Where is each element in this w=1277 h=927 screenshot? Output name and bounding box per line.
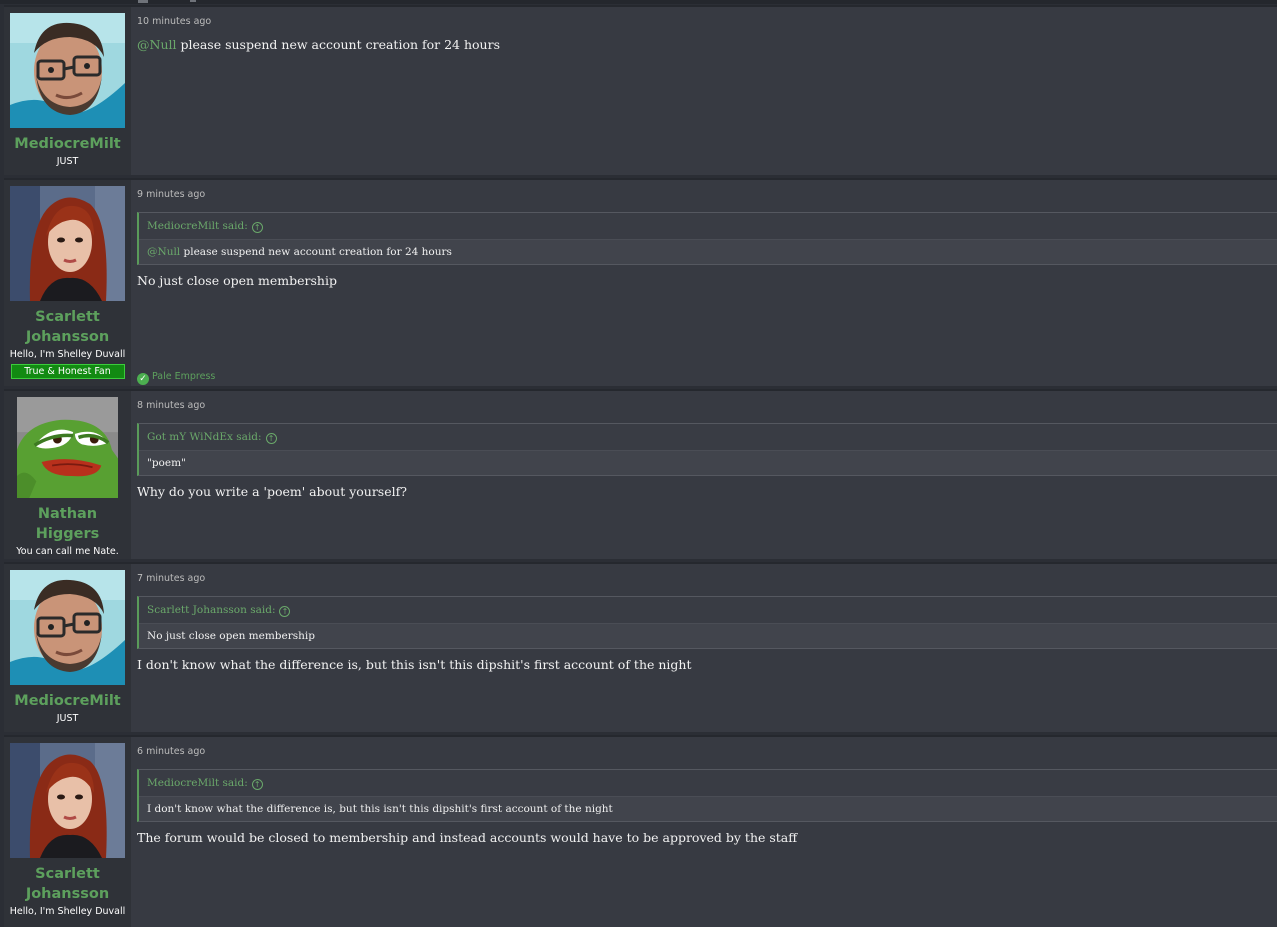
message-content: 7 minutes ago Scarlett Johansson said: ↑ …: [131, 564, 1277, 732]
message-post: Nathan Higgers You can call me Nate. 8 m…: [4, 389, 1277, 559]
message-content: 9 minutes ago MediocreMilt said: ↑ @Null …: [131, 180, 1277, 386]
avatar[interactable]: [10, 570, 125, 685]
user-title: You can call me Nate.: [16, 546, 119, 557]
post-timestamp[interactable]: 7 minutes ago: [137, 573, 1277, 585]
quote-block: Scarlett Johansson said: ↑ No just close …: [137, 596, 1277, 649]
quote-header[interactable]: Scarlett Johansson said: ↑: [139, 597, 1277, 624]
user-title: JUST: [56, 713, 79, 724]
message-body: I don't know what the difference is, but…: [137, 657, 692, 672]
user-info: Scarlett Johansson Hello, I'm Shelley Du…: [4, 180, 131, 386]
avatar[interactable]: [10, 743, 125, 858]
quote-block: Got mY WiNdEx said: ↑ "poem": [137, 423, 1277, 476]
post-timestamp[interactable]: 8 minutes ago: [137, 400, 1277, 412]
user-info: MediocreMilt JUST: [4, 564, 131, 732]
quote-author[interactable]: Scarlett Johansson said:: [147, 604, 275, 616]
quote-header[interactable]: MediocreMilt said: ↑: [139, 213, 1277, 240]
top-strip: [0, 0, 1277, 4]
quote-content: No just close open membership: [139, 624, 1277, 648]
avatar[interactable]: [10, 13, 125, 128]
user-banner: True & Honest Fan: [10, 364, 125, 379]
arrow-up-circle-icon[interactable]: ↑: [251, 222, 263, 233]
username[interactable]: Nathan Higgers: [10, 504, 125, 544]
quote-author[interactable]: MediocreMilt said:: [147, 220, 248, 232]
user-info: Scarlett Johansson Hello, I'm Shelley Du…: [4, 737, 131, 927]
message-content: 8 minutes ago Got mY WiNdEx said: ↑ "poem…: [131, 391, 1277, 559]
quote-block: MediocreMilt said: ↑ I don't know what th…: [137, 769, 1277, 822]
message-body: @Null please suspend new account creatio…: [137, 37, 1277, 53]
quote-block: MediocreMilt said: ↑ @Null please suspend…: [137, 212, 1277, 265]
message-content: 6 minutes ago MediocreMilt said: ↑ I don'…: [131, 737, 1277, 927]
quote-author[interactable]: Got mY WiNdEx said:: [147, 431, 262, 443]
user-title: JUST: [56, 156, 79, 167]
post-timestamp[interactable]: 9 minutes ago: [137, 189, 1277, 201]
message-post: MediocreMilt JUST 7 minutes ago Scarlett…: [4, 562, 1277, 732]
message-post: Scarlett Johansson Hello, I'm Shelley Du…: [4, 178, 1277, 386]
username[interactable]: Scarlett Johansson: [10, 864, 125, 904]
username[interactable]: Scarlett Johansson: [10, 307, 125, 347]
post-timestamp[interactable]: 6 minutes ago: [137, 746, 1277, 758]
partial-text-fragment: [190, 0, 196, 2]
arrow-up-circle-icon[interactable]: ↑: [279, 606, 291, 617]
username[interactable]: MediocreMilt: [10, 134, 125, 154]
message-content: 10 minutes ago @Null please suspend new …: [131, 7, 1277, 175]
quote-header[interactable]: MediocreMilt said: ↑: [139, 770, 1277, 797]
user-mention[interactable]: @Null: [147, 246, 180, 258]
quote-text: please suspend new account creation for …: [180, 246, 452, 258]
message-post: Scarlett Johansson Hello, I'm Shelley Du…: [4, 735, 1277, 927]
quote-author[interactable]: MediocreMilt said:: [147, 777, 248, 789]
check-circle-icon: ✓: [137, 373, 149, 385]
quote-content: @Null please suspend new account creatio…: [139, 240, 1277, 264]
user-info: MediocreMilt JUST: [4, 7, 131, 175]
avatar[interactable]: [10, 397, 125, 498]
arrow-up-circle-icon[interactable]: ↑: [251, 779, 263, 790]
username[interactable]: MediocreMilt: [10, 691, 125, 711]
message-post: MediocreMilt JUST 10 minutes ago @Null p…: [4, 5, 1277, 175]
reaction-user[interactable]: Pale Empress: [152, 371, 215, 382]
user-mention[interactable]: @Null: [137, 37, 176, 52]
quote-content: "poem": [139, 451, 1277, 475]
quote-header[interactable]: Got mY WiNdEx said: ↑: [139, 424, 1277, 451]
message-body: The forum would be closed to membership …: [137, 830, 798, 845]
user-title: Hello, I'm Shelley Duvall: [9, 349, 126, 360]
arrow-up-circle-icon[interactable]: ↑: [265, 433, 277, 444]
reaction-bar[interactable]: ✓ Pale Empress: [137, 370, 215, 385]
quote-content: I don't know what the difference is, but…: [139, 797, 1277, 821]
message-text: please suspend new account creation for …: [176, 37, 500, 52]
message-body: Why do you write a 'poem' about yourself…: [137, 484, 407, 499]
avatar[interactable]: [10, 186, 125, 301]
user-info: Nathan Higgers You can call me Nate.: [4, 391, 131, 559]
user-title: Hello, I'm Shelley Duvall: [9, 906, 126, 917]
partial-icon: [138, 0, 148, 3]
post-timestamp[interactable]: 10 minutes ago: [137, 16, 1277, 28]
message-body: No just close open membership: [137, 273, 337, 288]
